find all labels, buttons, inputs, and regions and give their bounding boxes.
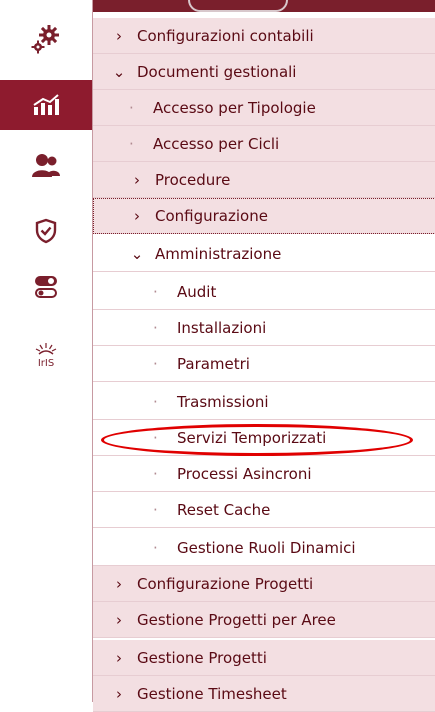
gears-icon [31,25,59,54]
menu-item-label: Gestione Timesheet [137,684,287,703]
menu-item-label: Installazioni [177,318,267,337]
bullet-icon: · [129,134,134,153]
icon-rail: IrIS [0,0,92,702]
bullet-icon: · [153,392,158,411]
rail-item-analytics[interactable] [0,80,92,130]
menu-item-accesso-per-tipologie[interactable]: · Accesso per Tipologie [93,90,435,126]
svg-text:IrIS: IrIS [38,358,54,369]
bullet-icon: · [153,354,158,373]
menu-item-accesso-per-cicli[interactable]: · Accesso per Cicli [93,126,435,162]
menu-item-label: Gestione Progetti per Aree [137,610,336,629]
bullet-icon: · [153,500,158,519]
menu-item-label: Gestione Ruoli Dinamici [177,538,356,557]
menu-item-gestione-progetti[interactable]: › Gestione Progetti [93,640,435,676]
rail-item-settings[interactable] [0,14,92,64]
chevron-right-icon: › [134,170,140,189]
chevron-right-icon: › [116,574,122,593]
bullet-icon: · [153,282,158,301]
users-icon [32,154,60,177]
chevron-down-icon: ⌄ [130,244,144,263]
chevron-down-icon: ⌄ [112,62,126,81]
menu-item-label: Documenti gestionali [137,62,297,81]
iris-logo: IrIS [35,343,57,369]
rail-item-toggles[interactable] [0,262,92,312]
menu-header-bar [93,0,435,12]
menu-item-label: Procedure [155,170,231,189]
menu-item-label: Processi Asincroni [177,464,312,483]
menu-item-gestione-ruoli-dinamici[interactable]: · Gestione Ruoli Dinamici [93,530,435,566]
menu-item-configurazione[interactable]: › Configurazione [93,198,435,234]
menu-item-servizi-temporizzati[interactable]: · Servizi Temporizzati [93,420,435,456]
menu-item-label: Audit [177,282,217,301]
chevron-right-icon: › [116,684,122,703]
menu-header-decoration [188,0,288,12]
menu-item-label: Configurazione [155,206,268,225]
bullet-icon: · [153,538,158,557]
menu-item-gestione-progetti-per-aree[interactable]: › Gestione Progetti per Aree [93,602,435,638]
chart-icon [33,94,59,115]
bullet-icon: · [153,464,158,483]
menu-item-amministrazione[interactable]: ⌄ Amministrazione [93,236,435,272]
bullet-icon: · [129,98,134,117]
bullet-icon: · [153,428,158,447]
menu-item-label: Configurazioni contabili [137,26,314,45]
menu-item-installazioni[interactable]: · Installazioni [93,310,435,346]
menu-item-gestione-timesheet[interactable]: › Gestione Timesheet [93,676,435,712]
shield-check-icon [35,218,57,244]
menu-item-label: Configurazione Progetti [137,574,314,593]
menu-item-label: Amministrazione [155,244,282,263]
bullet-icon: · [153,318,158,337]
menu-item-label: Parametri [177,354,250,373]
menu-item-procedure[interactable]: › Procedure [93,162,435,198]
menu-item-label: Reset Cache [177,500,271,519]
menu-item-label: Accesso per Cicli [153,134,280,153]
menu-item-processi-asincroni[interactable]: · Processi Asincroni [93,456,435,492]
menu-item-configurazioni-contabili[interactable]: › Configurazioni contabili [93,18,435,54]
toggle-icon [35,276,57,298]
menu-item-label: Gestione Progetti [137,648,267,667]
chevron-right-icon: › [134,206,140,225]
menu-item-label: Accesso per Tipologie [153,98,316,117]
menu-item-audit[interactable]: · Audit [93,274,435,310]
menu-item-label: Servizi Temporizzati [177,428,327,447]
menu-item-configurazione-progetti[interactable]: › Configurazione Progetti [93,566,435,602]
chevron-right-icon: › [116,26,122,45]
chevron-right-icon: › [116,610,122,629]
rail-item-users[interactable] [0,140,92,190]
navigation-menu: › Configurazioni contabili ⌄ Documenti g… [92,0,435,712]
menu-item-reset-cache[interactable]: · Reset Cache [93,492,435,528]
menu-item-parametri[interactable]: · Parametri [93,346,435,382]
menu-item-label: Trasmissioni [177,392,269,411]
rail-item-iris[interactable]: IrIS [0,330,92,380]
menu-item-documenti-gestionali[interactable]: ⌄ Documenti gestionali [93,54,435,90]
menu-item-trasmissioni[interactable]: · Trasmissioni [93,384,435,420]
rail-item-security[interactable] [0,206,92,256]
chevron-right-icon: › [116,648,122,667]
